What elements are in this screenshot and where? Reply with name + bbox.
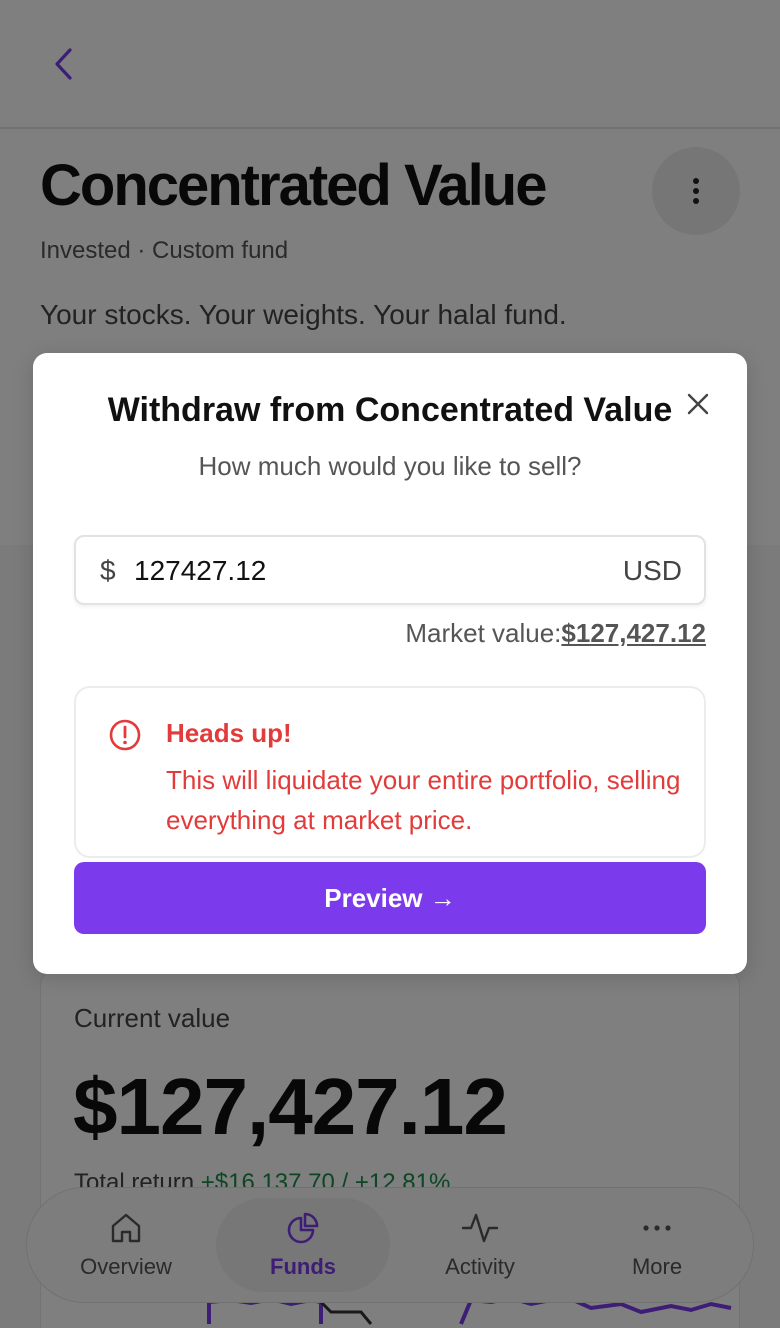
close-button[interactable] — [681, 387, 715, 421]
modal-title: Withdraw from Concentrated Value — [107, 391, 673, 429]
market-value-link[interactable]: $127,427.12 — [561, 618, 706, 648]
market-value-label: Market value: — [405, 618, 562, 648]
modal-subtitle: How much would you like to sell? — [198, 451, 582, 481]
preview-button[interactable]: Preview → — [74, 862, 706, 934]
warning-box: Heads up! This will liquidate your entir… — [74, 686, 706, 858]
withdraw-amount-input[interactable]: $ 127427.12 USD — [74, 535, 706, 605]
warning-text: This will liquidate your entire portfoli… — [166, 765, 681, 835]
currency-code: USD — [622, 555, 682, 586]
market-value-line: Market value:$127,427.12 — [405, 618, 706, 649]
amount-value[interactable]: 127427.12 — [134, 555, 266, 587]
close-icon — [687, 393, 709, 415]
warning-title: Heads up! — [166, 718, 292, 748]
alert-circle-icon — [109, 719, 141, 751]
withdraw-modal: Withdraw from Concentrated Value How muc… — [33, 353, 747, 974]
currency-symbol: $ — [100, 555, 116, 586]
